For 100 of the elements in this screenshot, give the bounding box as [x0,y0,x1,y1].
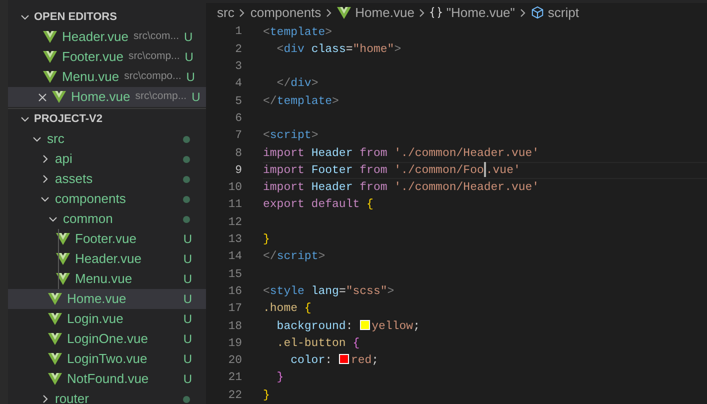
file-path: src\comp... [128,49,180,64]
line-number: 20 [227,353,242,370]
code-line: import Header from './common/Header.vue' [263,146,540,162]
tree-item-label: LoginOne.vue [67,330,148,348]
tree-item-label: LoginTwo.vue [67,350,148,368]
code-line: </template> [263,94,339,110]
vue-file-icon [337,6,352,19]
vue-file-icon [48,353,62,365]
breadcrumb-item[interactable]: components [250,2,322,22]
chevron-down-icon[interactable] [20,12,30,22]
tree-item[interactable]: router [8,389,206,404]
file-path: src\com... [134,29,180,44]
code-line: </div> [276,76,318,92]
text-cursor [484,162,486,178]
code-line: <div class="home"> [276,42,402,58]
section-header[interactable]: OPEN EDITORS [8,7,206,27]
vue-file-icon [56,273,70,285]
git-status: U [183,291,193,308]
code-line: <template> [263,24,332,40]
tree-item[interactable]: api [8,149,206,169]
file-name: Home.vue [71,88,130,106]
chevron-right-icon[interactable] [40,394,50,404]
git-status: U [183,331,193,348]
vue-file-icon [43,51,57,63]
tree-item-label: router [55,390,89,404]
chevron-right-icon [238,8,246,18]
tree-item-label: common [63,210,113,228]
chevron-right-icon [518,8,527,18]
tree-item-label: components [55,190,126,208]
vue-file-icon [48,333,62,345]
git-status: U [183,271,193,288]
tree-item[interactable]: Header.vue U [8,249,206,269]
git-status: U [186,69,196,86]
tree-item[interactable]: assets [8,169,206,189]
tree-item[interactable]: common [8,209,206,229]
code-line: import Header from './common/Header.vue' [263,180,540,196]
tree-item[interactable]: Menu.vue U [8,269,206,289]
tree-item[interactable]: LoginTwo.vue U [8,349,206,369]
breadcrumb-item[interactable]: Home.vue [355,2,414,22]
open-editor-item[interactable]: Home.vue src\comp... U [8,87,206,107]
section-header[interactable]: PROJECT-V2 [8,109,206,129]
git-status: U [183,351,193,368]
section-title: PROJECT-V2 [34,112,102,127]
tree-item[interactable]: Footer.vue U [8,229,206,249]
git-status: U [192,89,202,106]
tree-item[interactable]: NotFound.vue U [8,369,206,389]
file-name: Menu.vue [62,68,120,86]
tree-item-label: assets [55,170,93,188]
open-editor-item[interactable]: Header.vue src\com... U [8,27,206,47]
breadcrumb-item[interactable]: script [548,2,579,22]
braces-icon [430,6,442,20]
tree-item[interactable]: src [8,129,206,149]
tree-item[interactable]: Login.vue U [8,309,206,329]
close-icon[interactable] [38,92,47,102]
code-line: } [276,370,284,386]
vue-file-icon [43,71,57,83]
code-line: </script> [263,249,326,266]
code-line: import Footer from './common/Foo .vue' [263,162,520,180]
git-status: U [183,311,193,328]
line-number: 3 [234,59,242,76]
line-number: 21 [227,370,242,386]
chevron-right-icon [325,8,334,18]
tree-item-label: Header.vue [75,250,142,268]
tree-item-label: Home.vue [67,290,126,308]
line-number: 18 [227,318,242,335]
git-status: U [183,251,193,268]
open-editor-item[interactable]: Footer.vue src\comp... U [8,47,206,67]
vue-file-icon [48,373,62,385]
file-path: src\comp... [135,89,187,104]
tree-item[interactable]: components [8,189,206,209]
file-name: Footer.vue [62,48,124,66]
section-title: OPEN EDITORS [34,10,117,25]
open-editor-item[interactable]: Menu.vue src\compo... U [8,67,206,87]
line-number: 19 [227,336,242,352]
vue-file-icon [56,253,70,265]
line-number: 22 [227,388,242,404]
line-number: 2 [234,42,242,58]
tree-item-label: Login.vue [67,310,124,328]
breadcrumb-item[interactable]: src [217,2,234,22]
line-number: 13 [227,232,242,248]
line-number: 4 [234,76,242,92]
line-number: 16 [227,284,242,300]
vue-file-icon [43,31,57,43]
chevron-right-icon [418,8,426,18]
git-status: U [184,49,194,66]
line-number: 9 [234,162,242,179]
line-number: 15 [227,266,242,283]
tree-item-label: Menu.vue [75,270,132,288]
tree-item[interactable]: LoginOne.vue U [8,329,206,349]
code-line: <style lang="scss"> [263,284,394,300]
line-number: 7 [234,128,242,144]
code-line: <script> [263,128,318,144]
file-path: src\compo... [124,69,182,84]
breadcrumb-item[interactable]: "Home.vue" [446,2,515,22]
git-status: U [183,231,193,248]
line-number: 10 [227,180,242,196]
code-line: color: red; [290,353,379,370]
tree-item-label: Footer.vue [75,230,136,248]
tree-item[interactable]: Home.vue U [8,289,206,309]
line-number: 6 [234,110,242,127]
